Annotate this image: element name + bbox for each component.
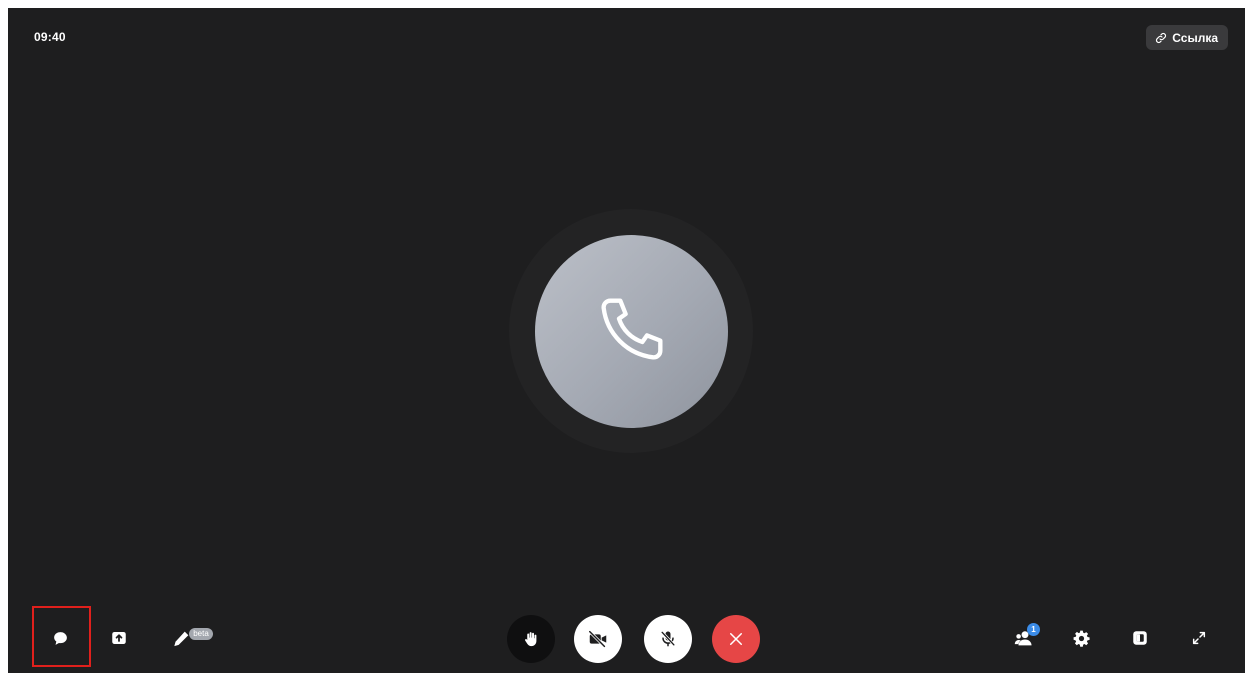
raise-hand-button[interactable] — [507, 615, 555, 663]
chat-bubble-icon — [52, 630, 69, 647]
end-call-button[interactable] — [712, 615, 760, 663]
layout-icon — [1131, 629, 1149, 647]
participants-count-badge: 1 — [1027, 623, 1040, 636]
raise-hand-icon — [522, 630, 540, 648]
close-icon — [727, 630, 745, 648]
screen-share-button[interactable] — [106, 625, 132, 651]
fullscreen-button[interactable] — [1186, 625, 1212, 651]
layout-button[interactable] — [1127, 625, 1153, 651]
beta-badge: beta — [189, 628, 213, 640]
call-window: 09:40 Ссылка beta 1 — [8, 8, 1245, 673]
screen-share-icon — [110, 629, 128, 647]
expand-icon — [1191, 630, 1207, 646]
settings-button[interactable] — [1068, 625, 1094, 651]
link-icon — [1155, 32, 1167, 44]
gear-icon — [1072, 629, 1091, 648]
camera-toggle-button[interactable] — [574, 615, 622, 663]
chat-button[interactable] — [46, 625, 74, 651]
phone-icon — [592, 289, 672, 374]
link-label: Ссылка — [1172, 30, 1218, 45]
camera-off-icon — [587, 628, 609, 650]
mic-toggle-button[interactable] — [644, 615, 692, 663]
call-avatar — [535, 235, 728, 428]
mic-off-icon — [658, 629, 678, 649]
pencil-icon — [171, 629, 191, 649]
copy-link-button[interactable]: Ссылка — [1146, 25, 1228, 50]
call-time: 09:40 — [34, 30, 66, 44]
